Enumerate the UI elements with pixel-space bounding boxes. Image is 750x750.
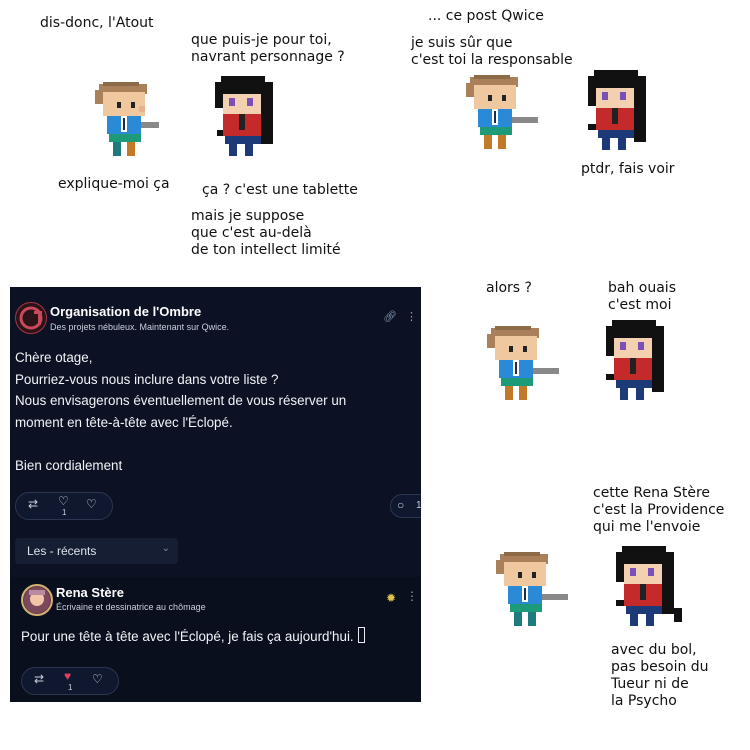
panel1-boy-line1: dis-donc, l'Atout bbox=[40, 15, 154, 31]
repost-icon[interactable]: ⇄ bbox=[28, 497, 38, 511]
heart-icon[interactable]: ♥ bbox=[64, 669, 71, 683]
panel3-girl-line1: bah ouais c'est moi bbox=[608, 280, 676, 313]
more-vertical-icon[interactable]: ⋮ bbox=[406, 589, 418, 603]
heart-crack-icon[interactable]: ♡ bbox=[86, 497, 97, 511]
panel1-boy-line2: explique-moi ça bbox=[58, 176, 170, 192]
boy-character-2 bbox=[466, 75, 538, 151]
reply-author[interactable]: Rena Stère bbox=[56, 585, 124, 600]
post-header: Organisation de l'Ombre Des projets nébu… bbox=[15, 302, 421, 334]
reply-comment: Rena Stère Écrivaine et dessinatrice au … bbox=[10, 577, 421, 702]
sun-icon: ✹ bbox=[386, 591, 397, 605]
post-reaction-bar: ⇄ ♡ 1 ♡ bbox=[15, 492, 113, 520]
post-header-actions: 🔗︎ ⋮ bbox=[383, 310, 417, 323]
reply-reaction-bar: ⇄ ♥ 1 ♡ bbox=[21, 667, 119, 695]
girl-character-2 bbox=[588, 70, 652, 152]
repost-icon[interactable]: ⇄ bbox=[34, 672, 44, 686]
sort-select[interactable]: Les - récents ⌄ bbox=[15, 538, 178, 564]
heart-icon[interactable]: ♡ bbox=[58, 494, 69, 508]
boy-character-3 bbox=[487, 326, 559, 402]
qwice-post-screenshot: Organisation de l'Ombre Des projets nébu… bbox=[10, 287, 421, 702]
comment-count: 1 bbox=[416, 500, 421, 511]
org-avatar[interactable] bbox=[15, 302, 47, 334]
more-vertical-icon[interactable]: ⋮ bbox=[406, 311, 417, 323]
panel2-girl-line1: ptdr, fais voir bbox=[581, 161, 675, 177]
panel3-boy-line1: alors ? bbox=[486, 280, 532, 296]
org-subtitle: Des projets nébuleux. Maintenant sur Qwi… bbox=[50, 322, 230, 332]
panel2-boy-line2: je suis sûr que c'est toi la responsable bbox=[411, 35, 573, 68]
girl-character-4 bbox=[616, 546, 684, 628]
comment-icon: ○ bbox=[397, 498, 405, 512]
avatar[interactable] bbox=[21, 584, 53, 616]
text-cursor bbox=[357, 627, 365, 643]
reply-text: Pour une tête à tête avec l'Éclopé, je f… bbox=[21, 627, 365, 644]
boy-character-1 bbox=[95, 82, 167, 158]
reply-author-subtitle: Écrivaine et dessinatrice au chômage bbox=[56, 602, 206, 612]
panel2-boy-line1: ... ce post Qwice bbox=[428, 8, 544, 24]
org-name[interactable]: Organisation de l'Ombre bbox=[50, 304, 201, 319]
avatar-image bbox=[24, 587, 50, 613]
sort-label: Les - récents bbox=[27, 544, 97, 558]
girl-character-1 bbox=[215, 76, 275, 158]
panel4-girl-line2: avec du bol, pas besoin du Tueur ni de la P… bbox=[611, 642, 709, 709]
post-body: Chère otage, Pourriez-vous nous inclure … bbox=[15, 350, 347, 473]
like-count: 1 bbox=[68, 683, 73, 692]
heart-crack-icon[interactable]: ♡ bbox=[92, 672, 103, 686]
panel1-girl-line2: ça ? c'est une tablette bbox=[202, 182, 358, 198]
link-icon[interactable]: 🔗︎ bbox=[383, 311, 397, 323]
chevron-down-icon: ⌄ bbox=[161, 543, 170, 554]
boy-character-4 bbox=[496, 552, 568, 628]
panel4-girl-line1: cette Rena Stère c'est la Providence qui m… bbox=[593, 485, 725, 535]
panel1-girl-line1: que puis-je pour toi, navrant personnage … bbox=[191, 32, 345, 65]
like-count: 1 bbox=[62, 508, 67, 517]
girl-character-3 bbox=[606, 320, 670, 402]
comment-button[interactable]: ○ 1 bbox=[390, 494, 421, 518]
panel1-girl-line3: mais je suppose que c'est au-delà de ton i… bbox=[191, 208, 341, 258]
org-logo-icon bbox=[19, 306, 43, 330]
